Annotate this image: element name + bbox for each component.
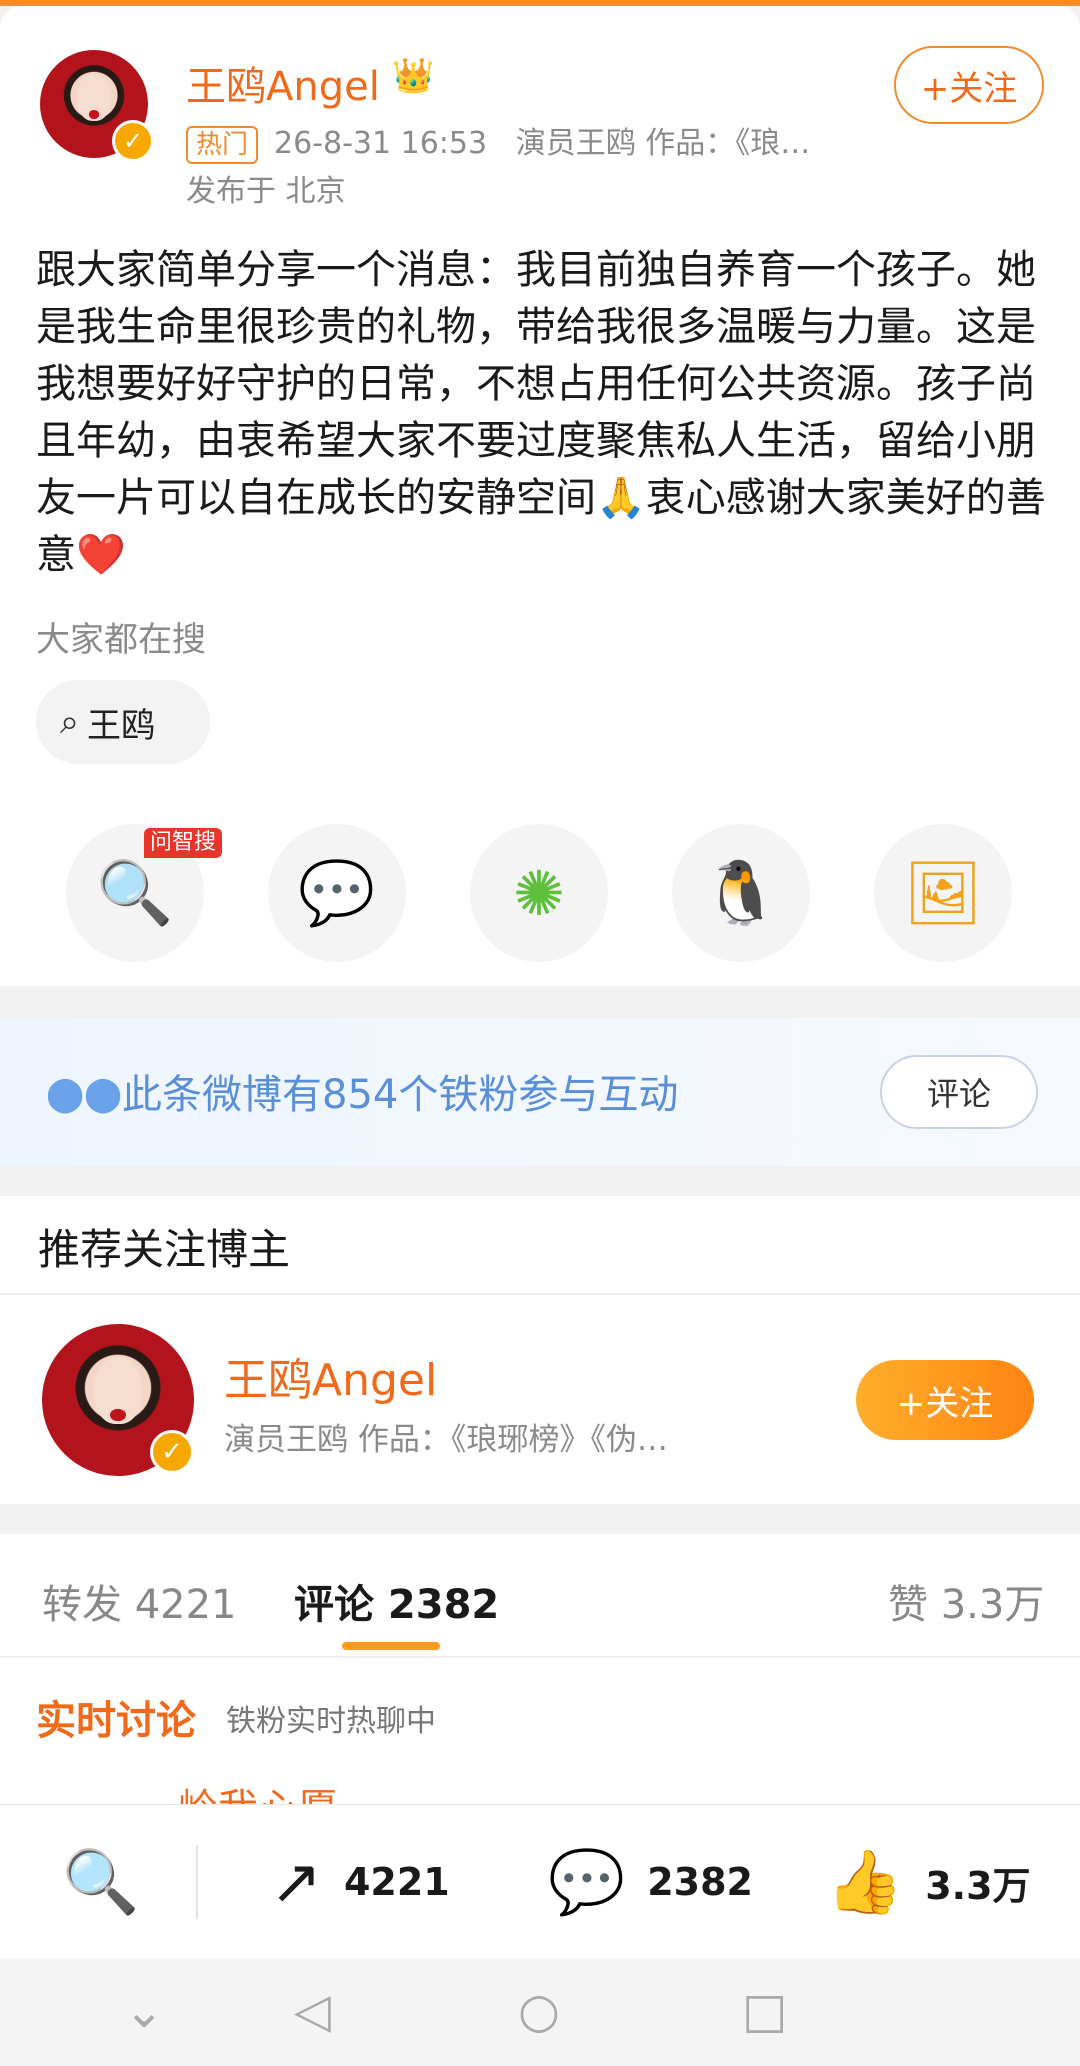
- bottom-like-button[interactable]: 👍 3.3万: [826, 1845, 1031, 1919]
- search-chip-label: 王鸥: [87, 705, 156, 746]
- bottom-action-bar: 🔍 ↗ 4221 💬 2382 👍 3.3万: [0, 1804, 1080, 1960]
- system-nav-bar: ⌄ ◁ ○ □: [0, 1959, 1080, 2066]
- trending-search-label: 大家都在搜: [36, 620, 206, 660]
- fan-interaction-text: 此条微博有854个铁粉参与互动: [122, 1072, 679, 1118]
- post-location: 发布于 北京: [186, 174, 346, 209]
- tab-comment[interactable]: 评论 2382: [294, 1572, 499, 1630]
- bottom-comment-button[interactable]: 💬 2382: [548, 1845, 753, 1919]
- author-name[interactable]: 王鸥Angel: [186, 54, 380, 112]
- fan-interaction-bar: ⬤⬤ 此条微博有854个铁粉参与互动 评论: [0, 1018, 1080, 1166]
- nav-recents-icon[interactable]: □: [742, 1983, 787, 2039]
- save-image-icon: 🖼: [903, 856, 983, 929]
- hot-tag: 热门: [186, 126, 259, 164]
- share-save-image[interactable]: 🖼: [874, 824, 1012, 962]
- recommend-section: 推荐关注博主 ✓ 王鸥Angel 演员王鸥 作品：《琅琊榜》《伪… +关注: [0, 1196, 1080, 1504]
- wechat-icon: 💬: [298, 856, 376, 929]
- follow-button[interactable]: +关注: [894, 46, 1044, 124]
- post-timestamp: 26-8-31 16:53: [274, 126, 488, 161]
- verified-badge-icon: ✓: [112, 120, 154, 162]
- share-qq[interactable]: 🐧: [672, 824, 810, 962]
- author-bio: 演员王鸥 作品：《琅…: [515, 126, 811, 161]
- crown-icon: 👑: [392, 56, 435, 96]
- recommend-bio: 演员王鸥 作品：《琅琊榜》《伪…: [224, 1422, 668, 1458]
- repost-icon: ↗: [270, 1845, 322, 1918]
- fans-icon: ⬤⬤: [46, 1074, 123, 1114]
- ai-search-icon: 🔍: [62, 1845, 140, 1918]
- post-content: 跟大家简单分享一个消息：我目前独自养育一个孩子。她是我生命里很珍贵的礼物，带给我…: [36, 247, 1046, 578]
- comment-count: 2382: [647, 1860, 753, 1904]
- recommend-follow-button[interactable]: +关注: [856, 1360, 1034, 1440]
- post-card: ✓ 王鸥Angel 👑 热门 26-8-31 16:53 演员王鸥 作品：《琅… …: [0, 6, 1080, 986]
- qq-icon: 🐧: [702, 856, 780, 929]
- bottom-ai-search-button[interactable]: 🔍: [62, 1845, 161, 1919]
- recommend-verified-icon: ✓: [150, 1430, 194, 1474]
- ai-search-badge: 问智搜: [144, 828, 223, 858]
- tab-repost[interactable]: 转发 4221: [42, 1572, 237, 1630]
- like-count: 3.3万: [925, 1863, 1031, 1908]
- live-discussion-title: 实时讨论: [36, 1698, 196, 1744]
- share-wechat[interactable]: 💬: [268, 824, 406, 962]
- like-icon: 👍: [826, 1845, 904, 1918]
- search-chip[interactable]: ⌕ 王鸥: [36, 680, 210, 764]
- live-discussion-subtitle: 铁粉实时热聊中: [226, 1704, 436, 1739]
- moments-icon: ✺: [513, 856, 565, 930]
- recommend-title: 推荐关注博主: [38, 1225, 291, 1274]
- interaction-tabs: 转发 4221 评论 2382 赞 3.3万: [0, 1534, 1080, 1658]
- bottom-repost-button[interactable]: ↗ 4221: [270, 1845, 450, 1918]
- active-tab-indicator: [342, 1642, 440, 1650]
- live-discussion: 实时讨论 铁粉实时热聊中 岭我心愿: [0, 1658, 1080, 1832]
- share-moments[interactable]: ✺: [470, 824, 608, 962]
- nav-collapse-icon[interactable]: ⌄: [124, 1983, 164, 2039]
- fan-comment-button[interactable]: 评论: [880, 1055, 1038, 1129]
- comment-icon: 💬: [548, 1845, 626, 1918]
- recommend-name[interactable]: 王鸥Angel: [224, 1344, 437, 1408]
- repost-count: 4221: [343, 1859, 450, 1904]
- nav-back-icon[interactable]: ◁: [294, 1983, 331, 2039]
- nav-home-icon[interactable]: ○: [518, 1983, 560, 2039]
- search-icon: ⌕: [60, 702, 80, 742]
- post-meta: 热门 26-8-31 16:53 演员王鸥 作品：《琅…: [186, 118, 810, 164]
- tab-like[interactable]: 赞 3.3万: [888, 1572, 1044, 1630]
- ai-search-icon: 🔍: [96, 856, 174, 929]
